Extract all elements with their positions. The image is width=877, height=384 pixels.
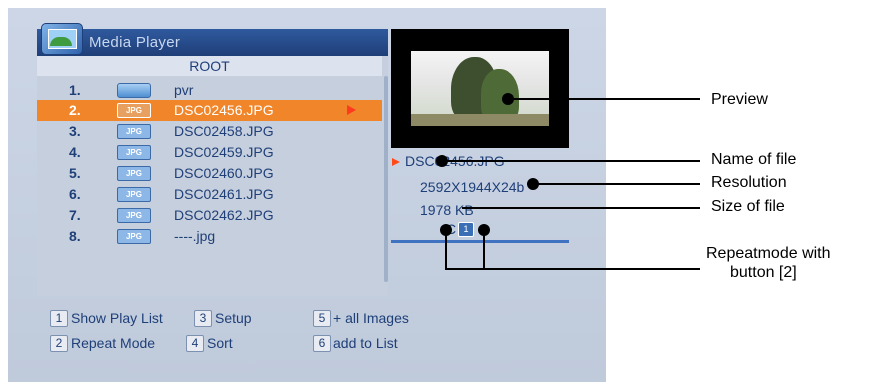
file-number: 7. — [69, 207, 81, 223]
selected-arrow-icon — [347, 105, 356, 115]
file-number: 6. — [69, 186, 81, 202]
file-number: 8. — [69, 228, 81, 244]
show-play-list-label: Show Play List — [71, 310, 163, 326]
scrollbar[interactable] — [384, 76, 388, 282]
file-list-item[interactable]: 3. JPG DSC02458.JPG — [37, 121, 382, 142]
key-3[interactable]: 3 — [194, 310, 212, 327]
media-player-icon — [41, 23, 83, 55]
file-name: DSC02461.JPG — [174, 186, 274, 202]
file-name: pvr — [174, 82, 194, 98]
jpg-file-icon: JPG — [117, 229, 151, 244]
file-name: DSC02460.JPG — [174, 165, 274, 181]
file-list-item[interactable]: 7. JPG DSC02462.JPG — [37, 205, 382, 226]
file-number: 5. — [69, 165, 81, 181]
jpg-file-icon: JPG — [117, 145, 151, 160]
all-images-label: + all Images — [333, 310, 409, 326]
sort-label: Sort — [207, 335, 233, 351]
file-name: DSC02459.JPG — [174, 144, 274, 160]
preview-image — [411, 51, 549, 126]
callout-preview: Preview — [711, 91, 768, 108]
jpg-file-icon: JPG — [117, 103, 151, 118]
callout-name-of-file: Name of file — [711, 151, 797, 168]
jpg-file-icon: JPG — [117, 208, 151, 223]
filename-callout-line — [442, 160, 700, 162]
callout-size-of-file: Size of file — [711, 198, 785, 215]
add-to-list-label: add to List — [333, 335, 398, 351]
key-5[interactable]: 5 — [313, 310, 331, 327]
preview-frame — [391, 29, 569, 148]
repeat-callout-vline-left — [445, 230, 447, 270]
key-6[interactable]: 6 — [313, 335, 331, 352]
callout-resolution: Resolution — [711, 174, 787, 191]
file-list-item[interactable]: 4. JPG DSC02459.JPG — [37, 142, 382, 163]
key-2[interactable]: 2 — [50, 335, 68, 352]
file-name: DSC02458.JPG — [174, 123, 274, 139]
repeat-mode-label: Repeat Mode — [71, 335, 156, 351]
jpg-file-icon: JPG — [117, 124, 151, 139]
file-list-item[interactable]: 2. JPG DSC02456.JPG — [37, 100, 382, 121]
setup-label: Setup — [215, 310, 252, 326]
callout-repeatmode-line2: button [2] — [730, 264, 797, 281]
file-number: 1. — [69, 82, 81, 98]
current-path: ROOT — [37, 56, 382, 76]
size-callout-line — [462, 207, 700, 209]
file-name: ----.jpg — [174, 228, 216, 244]
file-name: DSC02456.JPG — [174, 102, 274, 118]
file-number: 4. — [69, 144, 81, 160]
folder-icon — [117, 83, 151, 98]
title-bar: Media Player — [37, 23, 388, 56]
selected-file-arrow-icon — [392, 158, 400, 166]
key-1[interactable]: 1 — [50, 310, 68, 327]
file-list-item[interactable]: 1. pvr — [37, 80, 382, 101]
callout-repeatmode-line1: Repeatmode with — [706, 245, 831, 262]
repeat-mode-icon: 1 — [458, 222, 474, 237]
jpg-file-icon: JPG — [117, 166, 151, 181]
resolution-callout-line — [533, 183, 700, 185]
repeat-callout-vline-right — [483, 230, 485, 270]
preview-callout-line — [508, 98, 700, 100]
file-list-item[interactable]: 8. JPG ----.jpg — [37, 226, 382, 247]
repeat-callout-line — [445, 268, 700, 270]
info-divider — [391, 240, 569, 243]
info-resolution: 2592X1944X24b — [420, 179, 525, 195]
file-list-item[interactable]: 6. JPG DSC02461.JPG — [37, 184, 382, 205]
file-number: 2. — [69, 102, 81, 118]
file-number: 3. — [69, 123, 81, 139]
jpg-file-icon: JPG — [117, 187, 151, 202]
info-size: 1978 KB — [420, 202, 474, 218]
key-4[interactable]: 4 — [186, 335, 204, 352]
file-list-item[interactable]: 5. JPG DSC02460.JPG — [37, 163, 382, 184]
app-title: Media Player — [89, 34, 181, 51]
media-player-panel: Media Player ROOT 1. pvr 2. JPG DSC02456.JPG… — [37, 23, 388, 296]
file-name: DSC02462.JPG — [174, 207, 274, 223]
